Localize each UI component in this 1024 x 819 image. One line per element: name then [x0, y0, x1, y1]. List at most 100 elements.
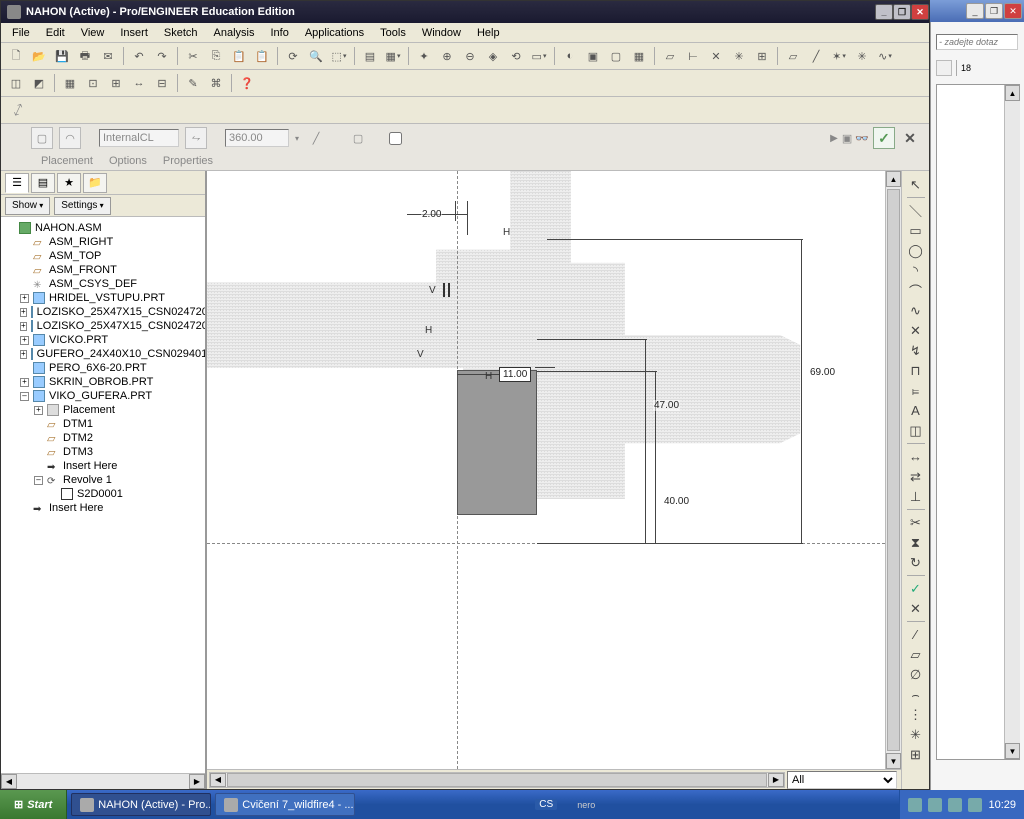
rotate-resize-tool-icon[interactable]: ↻: [905, 553, 927, 572]
bg-minimize-button[interactable]: _: [966, 3, 984, 19]
tree-item[interactable]: PERO_6X6-20.PRT: [49, 361, 147, 375]
tree-item[interactable]: DTM2: [63, 431, 93, 445]
start-button[interactable]: Start: [0, 790, 67, 819]
tree-item[interactable]: Placement: [63, 403, 115, 417]
sketch-view-icon[interactable]: ◩: [28, 72, 50, 94]
tree-item[interactable]: LOZISKO_25X47X15_CSN024720A.PRT: [37, 305, 205, 319]
menu-analysis[interactable]: Analysis: [207, 25, 262, 41]
feature-cancel-button[interactable]: ✕: [899, 127, 921, 149]
taskbar-task[interactable]: NAHON (Active) - Pro...: [71, 793, 211, 816]
vertex-handle[interactable]: [443, 283, 445, 297]
sk-line-icon[interactable]: ∕: [905, 625, 927, 644]
expand-icon[interactable]: +: [20, 336, 29, 345]
graphics-h-scrollbar[interactable]: ◀▶: [209, 772, 785, 788]
dim-69[interactable]: 69.00: [809, 367, 836, 378]
menu-window[interactable]: Window: [415, 25, 468, 41]
no-hidden-icon[interactable]: ▢: [605, 45, 627, 67]
bg-close-button[interactable]: ✕: [1004, 3, 1022, 19]
tree-item[interactable]: ASM_FRONT: [49, 263, 117, 277]
tree-root[interactable]: NAHON.ASM: [35, 221, 102, 235]
menu-help[interactable]: Help: [470, 25, 507, 41]
offset-edge-tool-icon[interactable]: ⫢: [905, 381, 927, 400]
graphics-area[interactable]: H H H V V 2.00 11.00 47.: [207, 171, 901, 769]
bg-font-color-icon[interactable]: [936, 60, 952, 76]
zoom-out-icon[interactable]: ⊖: [459, 45, 481, 67]
menu-tools[interactable]: Tools: [373, 25, 413, 41]
expand-icon[interactable]: +: [34, 406, 43, 415]
language-indicator[interactable]: CS: [535, 799, 557, 810]
graphics-v-scrollbar[interactable]: ▲ ▼: [885, 171, 901, 769]
tree-item[interactable]: DTM3: [63, 445, 93, 459]
arc-tool-icon[interactable]: ◝: [905, 261, 927, 280]
text-tool-icon[interactable]: A: [905, 401, 927, 420]
menu-file[interactable]: File: [5, 25, 37, 41]
coord-sys-tool-icon[interactable]: ↯: [905, 341, 927, 360]
expand-icon[interactable]: +: [20, 350, 27, 359]
dashboard-drag-icon[interactable]: ⤢: [4, 96, 32, 124]
scroll-up-icon[interactable]: ▲: [886, 171, 901, 187]
menu-insert[interactable]: Insert: [113, 25, 155, 41]
sk-point2-icon[interactable]: ✳: [905, 725, 927, 744]
tree-item[interactable]: Insert Here: [63, 459, 117, 473]
system-tray[interactable]: 10:29: [899, 790, 1024, 819]
dash-tab-options[interactable]: Options: [109, 155, 147, 167]
cut-icon[interactable]: ✂: [182, 45, 204, 67]
tree-item[interactable]: Insert Here: [49, 501, 103, 515]
scroll-down-icon[interactable]: ▼: [886, 753, 901, 769]
tree-item[interactable]: Revolve 1: [63, 473, 112, 487]
tree-tab-folder-icon[interactable]: 📁: [83, 173, 107, 193]
dash-tab-properties[interactable]: Properties: [163, 155, 213, 167]
zoom-in-icon[interactable]: ⊕: [436, 45, 458, 67]
fillet-tool-icon[interactable]: ⌒: [905, 281, 927, 300]
sketch-done-icon[interactable]: ✓: [905, 579, 927, 598]
taskbar-task[interactable]: Cvičení 7_wildfire4 - ...: [215, 793, 355, 816]
pause-glasses-icon[interactable]: ▣ 👓: [842, 132, 869, 145]
point-tool-icon[interactable]: ✕: [905, 321, 927, 340]
bg-search-input[interactable]: [936, 34, 1018, 50]
datum-axis-icon[interactable]: ╱: [805, 45, 827, 67]
annotation-toggle-icon[interactable]: ⊞: [751, 45, 773, 67]
dim-11[interactable]: 11.00: [499, 367, 531, 382]
datum-curve-icon[interactable]: ∿: [874, 45, 896, 67]
tree-h-scrollbar[interactable]: ◀▶: [1, 773, 205, 789]
hidden-line-icon[interactable]: ▣: [582, 45, 604, 67]
select-filter-icon[interactable]: ⬚: [328, 45, 350, 67]
menu-edit[interactable]: Edit: [39, 25, 72, 41]
help-icon[interactable]: ❓: [236, 72, 258, 94]
layers-icon[interactable]: ▤: [359, 45, 381, 67]
tree-tab-fav-icon[interactable]: ★: [57, 173, 81, 193]
wireframe-icon[interactable]: ▦: [628, 45, 650, 67]
orient-icon[interactable]: ⟲: [505, 45, 527, 67]
copy-icon[interactable]: ⎘: [205, 45, 227, 67]
sk-rect-icon[interactable]: ▱: [905, 645, 927, 664]
sketch-quit-icon[interactable]: ✕: [905, 599, 927, 618]
spin-center-icon[interactable]: ✦: [413, 45, 435, 67]
sk-arc-icon[interactable]: ⌢: [905, 685, 927, 704]
find-icon[interactable]: 🔍: [305, 45, 327, 67]
tree-item[interactable]: ASM_RIGHT: [49, 235, 113, 249]
dim-on-icon[interactable]: ↔: [128, 72, 150, 94]
angle-flip-icon[interactable]: ╱: [305, 127, 327, 149]
sk-circle-icon[interactable]: ∅: [905, 665, 927, 684]
bg-scroll-down[interactable]: ▼: [1005, 743, 1020, 759]
datum-csys-icon[interactable]: ✳: [851, 45, 873, 67]
expand-icon[interactable]: +: [20, 308, 27, 317]
mail-icon[interactable]: ✉: [97, 45, 119, 67]
play-icon[interactable]: ▶: [830, 133, 838, 144]
select-tool-icon[interactable]: ↖: [905, 175, 927, 194]
sketch-tool-2-icon[interactable]: ⌘: [205, 72, 227, 94]
saved-view-icon[interactable]: ▭: [528, 45, 550, 67]
datum-point-toggle-icon[interactable]: ✕: [705, 45, 727, 67]
menu-sketch[interactable]: Sketch: [157, 25, 205, 41]
tree-item[interactable]: HRIDEL_VSTUPU.PRT: [49, 291, 165, 305]
tree-settings-button[interactable]: Settings: [54, 197, 110, 215]
maximize-button[interactable]: ❐: [893, 4, 911, 20]
datum-plane-icon[interactable]: ▱: [782, 45, 804, 67]
dimension-tool-icon[interactable]: ↔: [905, 447, 927, 466]
revolve-surface-icon[interactable]: ◠: [59, 127, 81, 149]
dash-tab-placement[interactable]: Placement: [41, 155, 93, 167]
vertex-handle[interactable]: [448, 283, 450, 297]
modify-dim-tool-icon[interactable]: ⇄: [905, 467, 927, 486]
tray-icon[interactable]: [948, 798, 962, 812]
close-button[interactable]: ✕: [911, 4, 929, 20]
